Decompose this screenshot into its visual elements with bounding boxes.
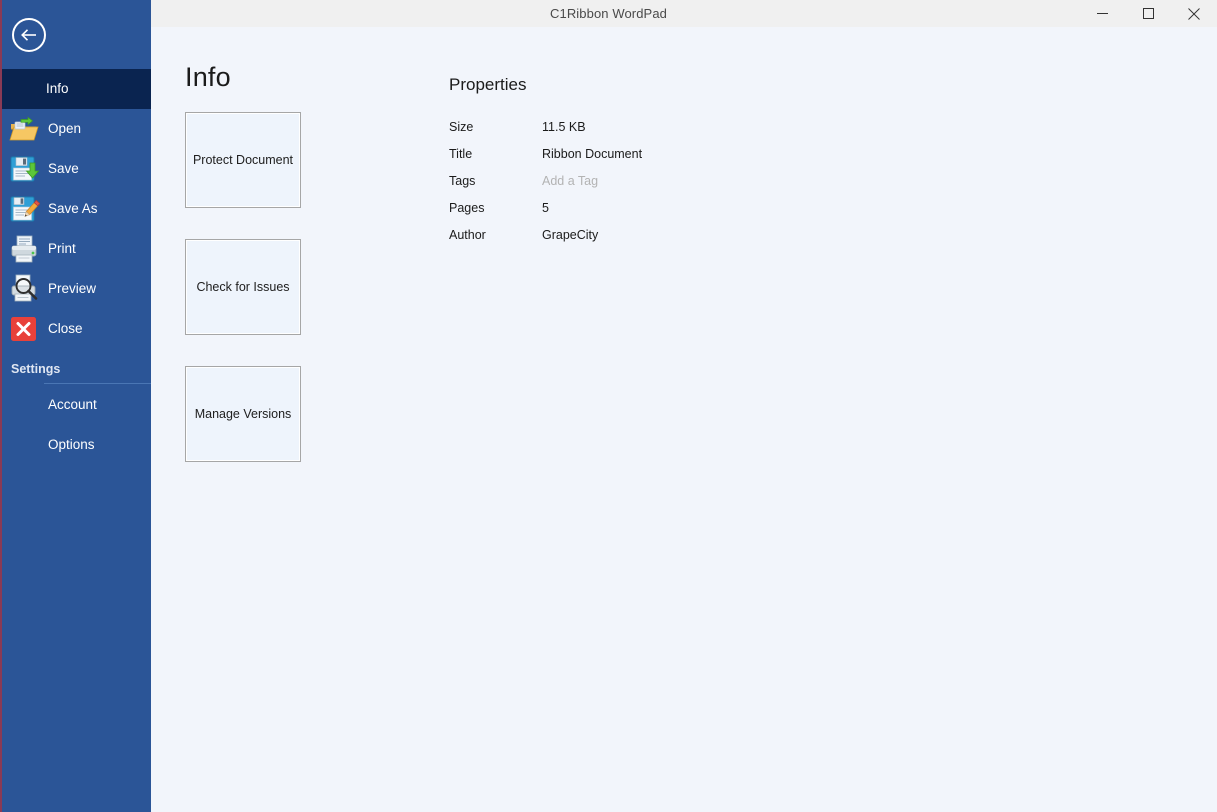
close-icon bbox=[1188, 7, 1200, 20]
property-value-tags[interactable]: Add a Tag bbox=[542, 174, 869, 188]
property-value-author[interactable]: GrapeCity bbox=[542, 228, 869, 242]
close-window-button[interactable] bbox=[1171, 0, 1217, 27]
check-for-issues-button[interactable]: Check for Issues bbox=[185, 239, 301, 335]
sidebar-item-label: Info bbox=[46, 81, 69, 97]
settings-header: Settings bbox=[11, 362, 61, 376]
sidebar-item-save[interactable]: Save bbox=[2, 149, 151, 189]
printer-icon bbox=[8, 233, 40, 265]
property-value-size[interactable]: 11.5 KB bbox=[542, 120, 869, 134]
command-buttons: Protect Document Check for Issues Manage… bbox=[185, 112, 301, 493]
sidebar-item-preview[interactable]: Preview bbox=[2, 269, 151, 309]
back-button-area bbox=[2, 0, 151, 69]
protect-document-button[interactable]: Protect Document bbox=[185, 112, 301, 208]
sidebar-item-account[interactable]: Account bbox=[2, 384, 151, 424]
page-title: Info bbox=[185, 62, 231, 92]
property-row-title: Title Ribbon Document bbox=[449, 140, 869, 167]
property-row-author: Author GrapeCity bbox=[449, 221, 869, 248]
property-row-pages: Pages 5 bbox=[449, 194, 869, 221]
properties-panel: Properties Size 11.5 KB Title Ribbon Doc… bbox=[449, 75, 869, 248]
backstage-sidebar: Info Open Save Save As Print Preview Clo… bbox=[0, 0, 151, 812]
save-disk-icon bbox=[8, 153, 40, 185]
title-bar: C1Ribbon WordPad bbox=[0, 0, 1217, 27]
sidebar-item-save-as[interactable]: Save As bbox=[2, 189, 151, 229]
property-row-tags: Tags Add a Tag bbox=[449, 167, 869, 194]
maximize-button[interactable] bbox=[1125, 0, 1171, 27]
sidebar-item-close[interactable]: Close bbox=[2, 309, 151, 349]
property-label: Title bbox=[449, 146, 473, 161]
minimize-icon bbox=[1096, 13, 1108, 14]
property-value-title[interactable]: Ribbon Document bbox=[542, 147, 869, 161]
property-label: Tags bbox=[449, 173, 476, 188]
property-row-size: Size 11.5 KB bbox=[449, 113, 869, 140]
close-x-icon bbox=[8, 313, 40, 345]
backstage-content: Info Protect Document Check for Issues M… bbox=[151, 27, 1217, 812]
property-label: Size bbox=[449, 119, 474, 134]
open-folder-icon bbox=[8, 113, 40, 145]
print-preview-icon bbox=[8, 273, 40, 305]
arrow-left-icon bbox=[21, 28, 36, 41]
minimize-button[interactable] bbox=[1079, 0, 1125, 27]
manage-versions-button[interactable]: Manage Versions bbox=[185, 366, 301, 462]
properties-title: Properties bbox=[449, 75, 527, 94]
window-controls bbox=[1079, 0, 1217, 27]
sidebar-item-print[interactable]: Print bbox=[2, 229, 151, 269]
save-as-disk-icon bbox=[8, 193, 41, 225]
app-window: C1Ribbon WordPad Info Open Save Save As … bbox=[0, 0, 1217, 812]
window-title: C1Ribbon WordPad bbox=[550, 6, 667, 21]
sidebar-item-info[interactable]: Info bbox=[2, 69, 151, 109]
back-button[interactable] bbox=[12, 17, 46, 52]
sidebar-item-options[interactable]: Options bbox=[2, 424, 151, 464]
property-label: Author bbox=[449, 227, 486, 242]
property-label: Pages bbox=[449, 200, 485, 215]
sidebar-item-open[interactable]: Open bbox=[2, 109, 151, 149]
settings-group: Settings Account Options bbox=[2, 355, 151, 464]
maximize-icon bbox=[1142, 8, 1154, 19]
property-value-pages[interactable]: 5 bbox=[542, 201, 869, 215]
